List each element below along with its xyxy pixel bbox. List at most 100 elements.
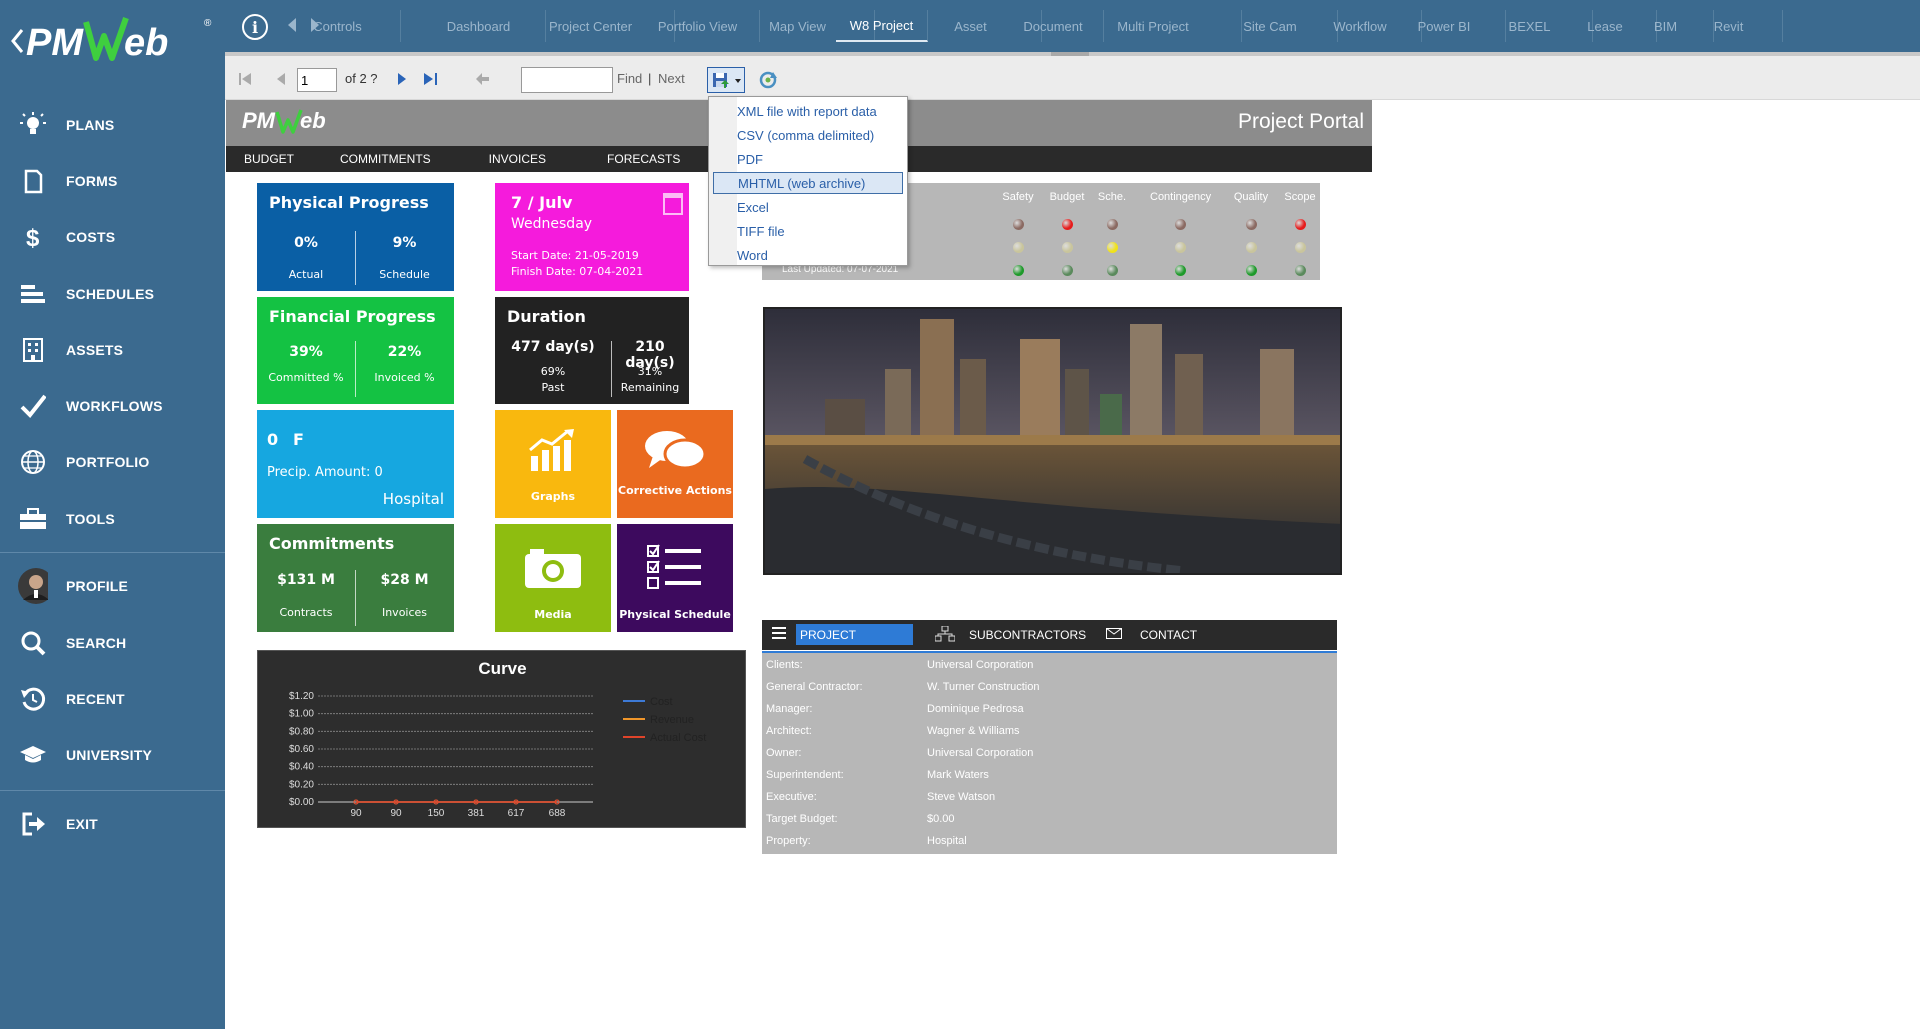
start-date: Start Date: 21-05-2019: [511, 249, 639, 262]
status-lamp-red-dim: [1175, 219, 1186, 230]
tab-project[interactable]: PROJECT: [796, 624, 913, 645]
finish-date: Finish Date: 07-04-2021: [511, 265, 644, 278]
info-row: Superintendent: Mark Waters: [766, 764, 1326, 786]
y-tick-label: $1.00: [289, 709, 314, 720]
info-key: General Contractor:: [766, 681, 863, 693]
tab-subcontractors[interactable]: SUBCONTRACTORS: [969, 628, 1086, 642]
financial-progress-tile[interactable]: Financial Progress 39% Committed % 22% I…: [257, 297, 454, 404]
prev-page-icon[interactable]: [276, 72, 286, 85]
export-option-excel[interactable]: Excel: [713, 196, 903, 218]
sidebar-item-assets[interactable]: ASSETS: [0, 328, 225, 372]
status-column-contingency: Contingency: [1150, 191, 1212, 203]
next-page-icon[interactable]: [397, 72, 407, 85]
physical-schedule-tile[interactable]: Physical Schedule: [617, 524, 733, 632]
info-row: Owner: Universal Corporation: [766, 742, 1326, 764]
weather-tile[interactable]: 0 F Precip. Amount: 0 Hospital: [257, 410, 454, 518]
refresh-icon[interactable]: [758, 70, 778, 90]
export-option-mhtml-web-archive[interactable]: MHTML (web archive): [713, 172, 903, 194]
export-option-pdf[interactable]: PDF: [713, 148, 903, 170]
find-link[interactable]: Find: [617, 71, 642, 86]
tile-title: Physical Progress: [269, 193, 429, 212]
tile-title: Commitments: [269, 534, 395, 553]
sidebar-item-workflows[interactable]: WORKFLOWS: [0, 384, 225, 428]
date-tile[interactable]: 7 / Julv Wednesday Start Date: 21-05-201…: [495, 183, 689, 291]
back-icon[interactable]: [476, 72, 490, 85]
sidebar-item-label: RECENT: [66, 691, 125, 707]
tab-controls[interactable]: Controls: [275, 10, 401, 42]
pmweb-report-logo: PM eb: [242, 108, 326, 134]
city-skyline-image: [765, 309, 1340, 573]
export-option-xml-file-with-report-data[interactable]: XML file with report data: [713, 100, 903, 122]
sidebar-item-forms[interactable]: FORMS: [0, 159, 225, 203]
media-label: Media: [534, 608, 572, 621]
history-icon: [18, 685, 48, 713]
report-menu-invoices[interactable]: INVOICES: [489, 146, 546, 172]
svg-text:eb: eb: [124, 22, 168, 64]
physical-progress-tile[interactable]: Physical Progress 0% Actual 9% Schedule: [257, 183, 454, 291]
document-icon: [18, 167, 48, 195]
export-button[interactable]: [707, 67, 745, 93]
info-row: Clients: Universal Corporation: [766, 654, 1326, 676]
tab-contact[interactable]: CONTACT: [1140, 628, 1197, 642]
export-option-csv-comma-delimited[interactable]: CSV (comma delimited): [713, 124, 903, 146]
x-tick-label: 90: [390, 808, 402, 819]
export-option-word[interactable]: Word: [713, 244, 903, 266]
sidebar-item-costs[interactable]: $ COSTS: [0, 215, 225, 259]
info-value: Hospital: [927, 835, 967, 847]
info-value: Wagner & Williams: [927, 725, 1020, 737]
graphs-tile[interactable]: Graphs: [495, 410, 611, 518]
y-tick-label: $0.80: [289, 726, 314, 737]
status-lamp-yellow-dim: [1175, 242, 1186, 253]
info-value: Universal Corporation: [927, 659, 1034, 671]
sidebar-item-label: EXIT: [66, 816, 98, 832]
report-menu-budget[interactable]: BUDGET: [244, 146, 294, 172]
page-number-input[interactable]: [297, 68, 337, 92]
status-lamp-yellow-dim: [1062, 242, 1073, 253]
sidebar-item-portfolio[interactable]: PORTFOLIO: [0, 440, 225, 484]
svg-text:PM: PM: [26, 22, 84, 64]
sidebar-item-label: SEARCH: [66, 635, 127, 651]
contracts-value: $131 M: [277, 572, 335, 588]
sidebar-item-exit[interactable]: EXIT: [0, 802, 225, 846]
info-row: Manager: Dominique Pedrosa: [766, 698, 1326, 720]
report-menu-commitments[interactable]: COMMITMENTS: [340, 146, 431, 172]
commitments-tile[interactable]: Commitments $131 M Contracts $28 M Invoi…: [257, 524, 454, 632]
sidebar-item-recent[interactable]: RECENT: [0, 677, 225, 721]
avatar-icon: [18, 568, 48, 604]
sidebar-item-tools[interactable]: TOOLS: [0, 497, 225, 541]
report-menu-forecasts[interactable]: FORECASTS: [607, 146, 680, 172]
day-value: Wednesday: [511, 216, 593, 232]
project-photo: [763, 307, 1342, 575]
sidebar-item-profile[interactable]: PROFILE: [0, 564, 225, 608]
corrective-actions-tile[interactable]: Corrective Actions: [617, 410, 733, 518]
info-icon[interactable]: i: [242, 14, 268, 40]
media-tile[interactable]: Media: [495, 524, 611, 632]
sidebar-item-schedules[interactable]: SCHEDULES: [0, 272, 225, 316]
svg-text:®: ®: [204, 18, 212, 29]
dollar-icon: $: [18, 223, 48, 251]
export-option-tiff-file[interactable]: TIFF file: [713, 220, 903, 242]
sidebar-item-university[interactable]: UNIVERSITY: [0, 733, 225, 777]
info-value: Universal Corporation: [927, 747, 1034, 759]
next-link[interactable]: Next: [658, 71, 685, 86]
search-icon: [18, 629, 48, 657]
sidebar-item-search[interactable]: SEARCH: [0, 621, 225, 665]
last-page-icon[interactable]: [424, 72, 438, 85]
info-key: Clients:: [766, 659, 803, 671]
sidebar-divider: [0, 790, 225, 791]
legend-label: Cost: [650, 696, 673, 708]
y-tick-label: $0.20: [289, 779, 314, 790]
curve-chart: Curve $0.00 $0.20 $0.40 $0.60 $0.80 $1.00 $1.2…: [257, 650, 746, 828]
find-input[interactable]: [521, 67, 613, 93]
sidebar-item-label: PROFILE: [66, 578, 129, 594]
pmweb-logo[interactable]: PM eb ®: [6, 8, 216, 70]
checklist-icon: [647, 544, 701, 589]
status-column-sche: Sche.: [1097, 191, 1127, 203]
sidebar-item-plans[interactable]: PLANS: [0, 103, 225, 147]
exit-icon: [18, 810, 48, 838]
remaining-label: Remaining: [620, 381, 680, 394]
first-page-icon[interactable]: [239, 72, 251, 85]
tab-revit[interactable]: Revit: [1675, 10, 1783, 42]
graphs-label: Graphs: [530, 490, 576, 503]
duration-tile[interactable]: Duration 477 day(s) 69% Past 210 day(s) …: [495, 297, 689, 404]
